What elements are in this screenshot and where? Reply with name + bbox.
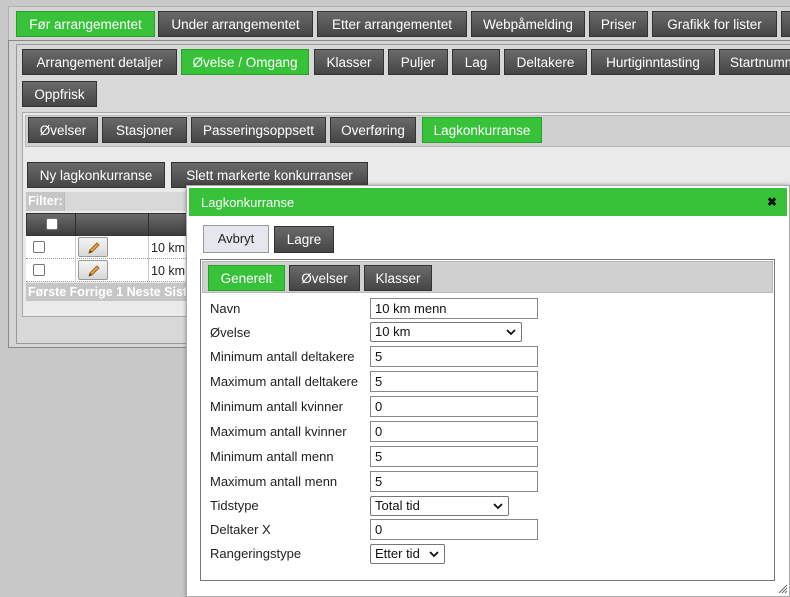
tab-grafikk-for-lister[interactable]: Grafikk for lister [652, 11, 777, 37]
label-max-menn: Maximum antall menn [210, 474, 338, 489]
tab-for-arrangementet[interactable]: Før arrangementet [16, 11, 155, 37]
tab-lagkonkurranse[interactable]: Lagkonkurranse [422, 117, 542, 143]
close-icon[interactable]: ✖ [767, 195, 777, 209]
tab-deltakere[interactable]: Deltakere [504, 49, 587, 75]
select-all-checkbox[interactable] [46, 218, 58, 230]
tab-arrangement-detaljer[interactable]: Arrangement detaljer [22, 49, 177, 75]
tab-under-arrangementet[interactable]: Under arrangementet [158, 11, 313, 37]
min-menn-field[interactable]: 5 [370, 446, 538, 467]
table-header-divider [148, 213, 149, 236]
dialog-tab-bar [202, 261, 773, 293]
pencil-icon [86, 263, 102, 282]
label-rangeringstype: Rangeringstype [210, 546, 302, 561]
table-header-divider [75, 213, 76, 236]
dialog-title: Lagkonkurranse [201, 195, 295, 210]
tab-hurtiginntasting[interactable]: Hurtiginntasting [591, 49, 715, 75]
tab-puljer[interactable]: Puljer [388, 49, 448, 75]
label-navn: Navn [210, 301, 241, 316]
ovelse-select-value: 10 km [375, 324, 411, 339]
pencil-icon [86, 240, 102, 259]
row-checkbox[interactable] [33, 241, 45, 253]
tidstype-select[interactable]: Total tid [370, 496, 509, 516]
label-min-menn: Minimum antall menn [210, 449, 334, 464]
label-deltaker-x: Deltaker X [210, 522, 271, 537]
table-col-divider [75, 236, 76, 282]
tab-stasjoner[interactable]: Stasjoner [102, 117, 187, 143]
tidstype-select-value: Total tid [375, 498, 420, 513]
tab-overflow[interactable] [781, 11, 790, 37]
chevron-down-icon [506, 323, 516, 346]
tab-passeringsoppsett[interactable]: Passeringsoppsett [191, 117, 326, 143]
filter-label: Filter: [28, 194, 63, 208]
edit-button[interactable] [78, 237, 108, 257]
tab-ovelser[interactable]: Øvelser [28, 117, 98, 143]
rangeringstype-select[interactable]: Etter tid [370, 544, 445, 564]
label-max-deltakere: Maximum antall deltakere [210, 374, 359, 389]
save-button[interactable]: Lagre [274, 226, 334, 253]
row-checkbox[interactable] [33, 264, 45, 276]
label-min-kvinner: Minimum antall kvinner [210, 399, 343, 414]
edit-button[interactable] [78, 260, 108, 280]
min-deltakere-field[interactable]: 5 [370, 346, 538, 367]
pager[interactable]: Første Forrige 1 Neste Siste [28, 285, 188, 299]
max-kvinner-field[interactable]: 0 [370, 421, 538, 442]
chevron-down-icon [429, 545, 439, 568]
navn-field[interactable]: 10 km menn [370, 298, 538, 319]
chevron-down-icon [493, 497, 503, 520]
tab-overforing[interactable]: Overføring [330, 117, 416, 143]
min-kvinner-field[interactable]: 0 [370, 396, 538, 417]
label-tidstype: Tidstype [210, 498, 259, 513]
row-name: 10 km [151, 241, 186, 255]
row-name: 10 km [151, 264, 186, 278]
new-team-competition-button[interactable]: Ny lagkonkurranse [27, 162, 165, 188]
tab-startnummer[interactable]: Startnummer [719, 49, 790, 75]
tab-klasser[interactable]: Klasser [314, 49, 384, 75]
tab-ovelse-omgang[interactable]: Øvelse / Omgang [181, 49, 309, 75]
label-ovelse: Øvelse [210, 325, 251, 340]
dialog-tab-generelt[interactable]: Generelt [208, 265, 285, 291]
ovelse-select[interactable]: 10 km [370, 322, 522, 342]
tab-priser[interactable]: Priser [589, 11, 648, 37]
max-deltakere-field[interactable]: 5 [370, 371, 538, 392]
resize-handle-icon[interactable] [776, 582, 788, 594]
tab-lag[interactable]: Lag [452, 49, 500, 75]
tab-etter-arrangementet[interactable]: Etter arrangementet [317, 11, 467, 37]
refresh-button[interactable]: Oppfrisk [22, 81, 97, 107]
rangeringstype-select-value: Etter tid [375, 546, 420, 561]
cancel-button[interactable]: Avbryt [203, 225, 269, 253]
label-max-kvinner: Maximum antall kvinner [210, 424, 347, 439]
max-menn-field[interactable]: 5 [370, 471, 538, 492]
label-min-deltakere: Minimum antall deltakere [210, 349, 355, 364]
dialog-tab-ovelser[interactable]: Øvelser [289, 265, 360, 291]
tab-webpamelding[interactable]: Webpåmelding [471, 11, 585, 37]
table-col-divider [148, 236, 149, 282]
deltaker-x-field[interactable]: 0 [370, 519, 538, 540]
filter-input[interactable] [64, 192, 194, 211]
dialog-tab-klasser[interactable]: Klasser [364, 265, 432, 291]
